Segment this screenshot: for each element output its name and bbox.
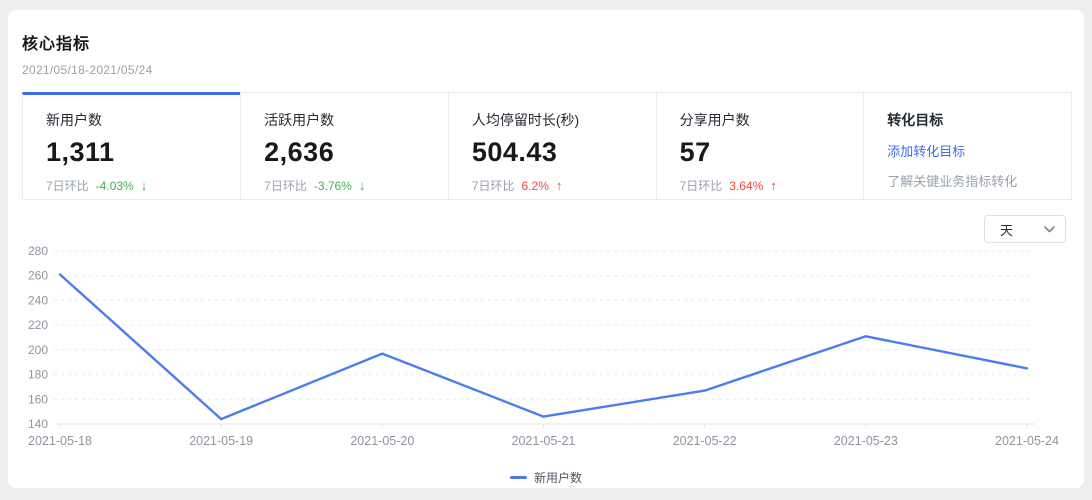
compare-label: 7日环比	[471, 179, 515, 193]
add-conversion-goal-link[interactable]: 添加转化目标	[887, 141, 1061, 160]
x-axis-label: 2021-05-19	[189, 434, 253, 448]
y-axis-label: 160	[28, 392, 48, 406]
data-series-line[interactable]	[58, 273, 1029, 421]
metric-value: 1,311	[46, 137, 115, 167]
chart-legend[interactable]: 新用户数	[8, 468, 1084, 486]
metric-label: 新用户数	[46, 112, 102, 128]
y-axis-label: 260	[28, 269, 48, 283]
x-axis-label: 2021-05-20	[350, 434, 414, 448]
legend-series-label: 新用户数	[533, 470, 582, 485]
metric-label: 分享用户数	[679, 112, 750, 128]
trend-up-icon: ↑	[770, 178, 777, 193]
x-axis-label: 2021-05-23	[834, 434, 898, 448]
y-axis-label: 200	[28, 343, 48, 357]
change-percent: 6.2%	[521, 178, 549, 193]
conversion-goal-title: 转化目标	[887, 112, 944, 128]
metric-label: 人均停留时长(秒)	[471, 112, 580, 128]
metric-value: 57	[679, 137, 711, 167]
metric-label: 活跃用户数	[264, 112, 335, 128]
metric-compare: 7日环比 3.64% ↑	[680, 177, 854, 194]
line-chart[interactable]: 140 160 180 200 220 240 260 280 2021-05-18 2021-0…	[8, 230, 1084, 466]
y-axis-label: 180	[28, 368, 48, 382]
core-metrics-panel: 核心指标 2021/05/18-2021/05/24 新用户数 1,311 7日…	[8, 10, 1084, 488]
y-axis-label: 220	[28, 318, 48, 332]
date-range: 2021/05/18-2021/05/24	[22, 63, 153, 77]
panel-header: 核心指标 2021/05/18-2021/05/24	[8, 10, 1084, 77]
y-axis-label: 140	[28, 417, 48, 431]
conversion-goal-description: 了解关键业务指标转化	[887, 174, 1018, 189]
trend-up-icon: ↑	[555, 178, 563, 193]
x-axis-label: 2021-05-22	[673, 434, 737, 448]
metric-card-active-users[interactable]: 活跃用户数 2,636 7日环比 -3.76% ↓	[240, 92, 448, 199]
metric-card-new-users[interactable]: 新用户数 1,311 7日环比 -4.03% ↓	[22, 92, 241, 199]
metric-cards-row: 新用户数 1,311 7日环比 -4.03% ↓ 活跃用户数 2,636 7日环…	[22, 92, 1072, 200]
trend-down-icon: ↓	[140, 178, 148, 193]
x-axis-label: 2021-05-24	[995, 434, 1059, 448]
metric-card-avg-stay-duration[interactable]: 人均停留时长(秒) 504.43 7日环比 6.2% ↑	[447, 92, 656, 199]
x-axis-label: 2021-05-18	[28, 434, 92, 448]
change-percent: 3.64%	[729, 178, 764, 193]
x-axis-label: 2021-05-21	[512, 434, 576, 448]
metric-card-share-users[interactable]: 分享用户数 57 7日环比 3.64% ↑	[655, 92, 864, 199]
metric-compare: 7日环比 -4.03% ↓	[46, 177, 230, 194]
metric-value: 2,636	[264, 137, 335, 167]
compare-label: 7日环比	[264, 179, 307, 193]
legend-line-marker	[509, 475, 527, 479]
y-axis-label: 240	[28, 293, 48, 307]
metric-compare: 7日环比 -3.76% ↓	[264, 177, 438, 194]
change-percent: -3.76%	[313, 178, 352, 193]
y-axis-label: 280	[28, 244, 48, 258]
change-percent: -4.03%	[95, 178, 134, 193]
trend-down-icon: ↓	[358, 178, 366, 193]
conversion-goal-card: 转化目标 添加转化目标 了解关键业务指标转化	[863, 92, 1072, 199]
compare-label: 7日环比	[679, 179, 723, 193]
page-title: 核心指标	[22, 36, 91, 53]
metric-compare: 7日环比 6.2% ↑	[472, 177, 646, 194]
metric-value: 504.43	[471, 137, 558, 167]
compare-label: 7日环比	[46, 179, 89, 193]
